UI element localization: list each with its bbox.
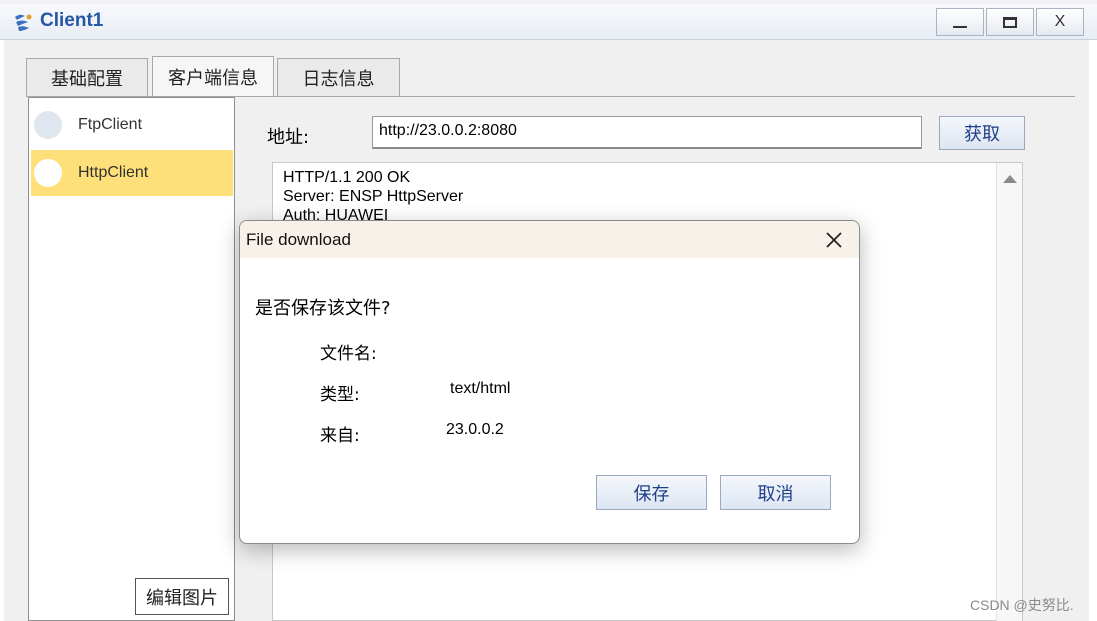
filename-label: 文件名: [320, 344, 377, 364]
sidebar-item-label: FtpClient [78, 116, 143, 133]
from-value: 23.0.0.2 [446, 421, 504, 438]
tab-basic-config[interactable]: 基础配置 [26, 58, 148, 96]
client-dot-icon [34, 159, 62, 187]
vertical-scrollbar[interactable] [996, 163, 1022, 621]
response-text: HTTP/1.1 200 OK Server: ENSP HttpServer … [283, 168, 463, 225]
scroll-up-arrow-icon[interactable] [1003, 175, 1017, 183]
maximize-button[interactable] [986, 8, 1034, 36]
tab-log-info[interactable]: 日志信息 [277, 58, 400, 96]
app-client-icon [15, 14, 32, 31]
sidebar-item-httpclient[interactable]: HttpClient [31, 150, 233, 196]
address-input[interactable]: http://23.0.0.2:8080 [372, 116, 922, 149]
address-label: 地址: [267, 127, 310, 148]
watermark: CSDN @史努比. [970, 597, 1074, 613]
dialog-titlebar: File download [240, 221, 859, 258]
type-label: 类型: [320, 385, 360, 405]
cancel-button[interactable]: 取消 [720, 475, 831, 510]
save-question: 是否保存该文件? [255, 298, 391, 319]
dialog-title: File download [246, 230, 351, 249]
sidebar-item-label: HttpClient [78, 164, 149, 181]
edit-image-button[interactable]: 编辑图片 [135, 578, 229, 615]
client-dot-icon [34, 111, 62, 139]
response-line: Server: ENSP HttpServer [283, 188, 464, 205]
fetch-button[interactable]: 获取 [939, 116, 1025, 150]
response-line: HTTP/1.1 200 OK [283, 169, 411, 186]
type-value: text/html [450, 380, 511, 397]
window-titlebar[interactable]: Client1 X [0, 4, 1097, 40]
file-download-dialog: File download 是否保存该文件? 文件名: 类型: text/htm… [239, 220, 860, 544]
sidebar-item-ftpclient[interactable]: FtpClient [31, 102, 233, 148]
close-icon[interactable] [822, 228, 846, 252]
minimize-icon [953, 26, 967, 28]
save-button[interactable]: 保存 [596, 475, 707, 510]
maximize-icon [1003, 16, 1017, 28]
tab-client-info[interactable]: 客户端信息 [152, 56, 274, 96]
client-type-list: FtpClient HttpClient [28, 97, 235, 621]
window-title: Client1 [40, 10, 104, 31]
minimize-button[interactable] [936, 8, 984, 36]
from-label: 来自: [320, 426, 360, 446]
close-window-button[interactable]: X [1036, 8, 1084, 36]
